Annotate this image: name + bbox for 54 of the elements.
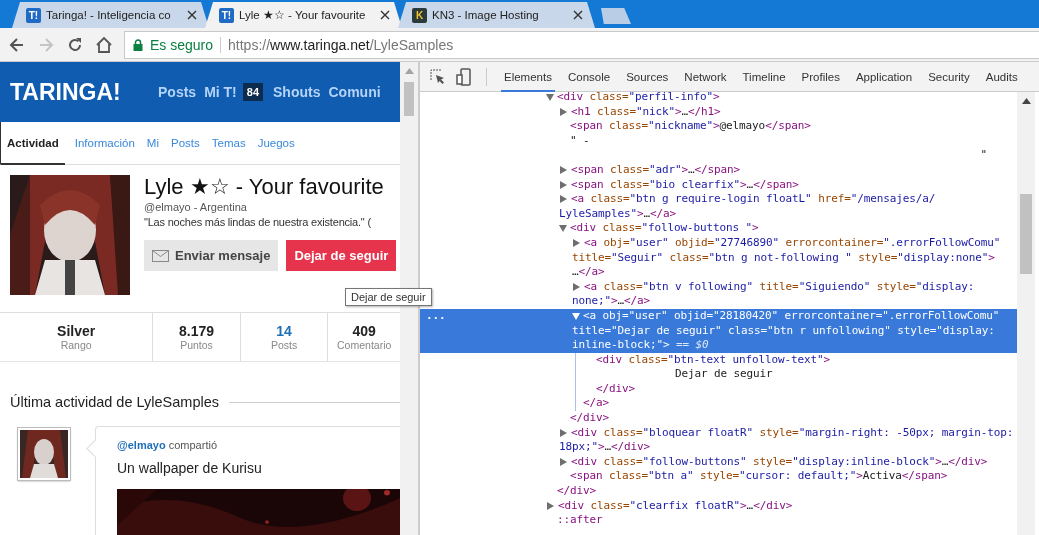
code-line: <span class="nickname">@elmayo</span>: [570, 119, 811, 134]
code-line: <div class="perfil-info">: [557, 90, 720, 105]
code-line: none;">…</a>: [572, 294, 651, 309]
code-line: Dejar de seguir: [675, 367, 773, 382]
stat-value: 409: [352, 323, 376, 339]
stat-label: Rango: [60, 339, 92, 351]
code-line: ::after: [557, 513, 603, 528]
code-line: inline-block;"> == $0: [572, 338, 709, 353]
favicon: T!: [26, 7, 41, 23]
code-line: <div class="follow-buttons" style="display:inline-block">…</div>: [571, 454, 988, 470]
code-line: <h1 class="nick">…</h1>: [571, 104, 721, 120]
favicon: T!: [219, 7, 234, 23]
code-line: title="Dejar de seguir" class="btn r unfollowing" style="display:: [572, 323, 995, 339]
favicon: K: [412, 7, 427, 23]
code-line: <a obj="user" objid="27746890" errorcontainer=".errorFollowComu": [584, 235, 1001, 251]
code-line: <a obj="user" objid="28180420" errorcontainer=".errorFollowComu": [583, 308, 1000, 324]
stat-value: Silver: [57, 323, 96, 339]
stat-value: 8.179: [179, 323, 215, 339]
stat-label: Comentario: [337, 339, 392, 351]
code-line: ": [980, 148, 987, 163]
tab-title: KN3 - Image Hosting: [432, 9, 540, 21]
code-line: 18px;">…</div>: [559, 440, 651, 455]
code-line: <div class="bloquear floatR" style="margin-right: -50px; margin-top:: [571, 425, 1014, 441]
post-title: Un wallpaper de Kurisu: [117, 460, 263, 476]
stat-label: Posts: [270, 339, 298, 351]
code-line: <div class="clearfix floatR">…</div>: [558, 498, 793, 514]
tab-title: Lyle ★☆ - Your favourite: [239, 8, 367, 22]
stat-value: 14: [276, 323, 292, 339]
security-label: Es seguro: [150, 36, 214, 53]
tooltip: Dejar de seguir: [345, 288, 432, 306]
url-text: https://www.taringa.net/LyleSamples: [228, 36, 454, 53]
activity-text: @elmayo compartió: [117, 439, 218, 451]
code-line: </div>: [557, 484, 596, 499]
code-line: <span class="bio clearfix">…</span>: [571, 177, 799, 193]
profile-quote: "Las noches más lindas de nuestra existencia." (: [144, 216, 372, 228]
code-line: LyleSamples">…</a>: [559, 206, 677, 222]
code-line: <span class="btn a" style="cursor: default;">Activa</span>: [570, 469, 948, 485]
code-line: " -: [570, 133, 590, 149]
code-line: </a>: [583, 396, 609, 412]
code-line: title="Seguir" class="btn g not-following " style="display:none">: [572, 250, 995, 266]
tab-title: Taringa! - Inteligencia co: [46, 9, 172, 21]
count-badge: 84: [242, 83, 264, 101]
code-line: </div>: [570, 411, 609, 426]
stat-label: Puntos: [180, 339, 213, 351]
code-line: …</a>: [572, 265, 605, 280]
code-line: </div>: [596, 381, 635, 397]
code-line: <a class="btn g require-login floatL" href="/mensajes/a/: [571, 192, 936, 207]
code-line: <span class="adr">…</span>: [571, 162, 741, 178]
code-line: <a class="btn v following" title="Siguiendo" style="display:: [584, 279, 975, 295]
profile-name: Lyle ★☆ - Your favourite: [144, 174, 385, 200]
section-heading: Última actividad de LyleSamples: [10, 394, 219, 410]
code-line: <div class="btn-text unfollow-text">: [596, 352, 831, 368]
profile-location: @elmayo - Argentina: [144, 201, 248, 213]
code-line: <div class="follow-buttons ">: [570, 221, 759, 236]
